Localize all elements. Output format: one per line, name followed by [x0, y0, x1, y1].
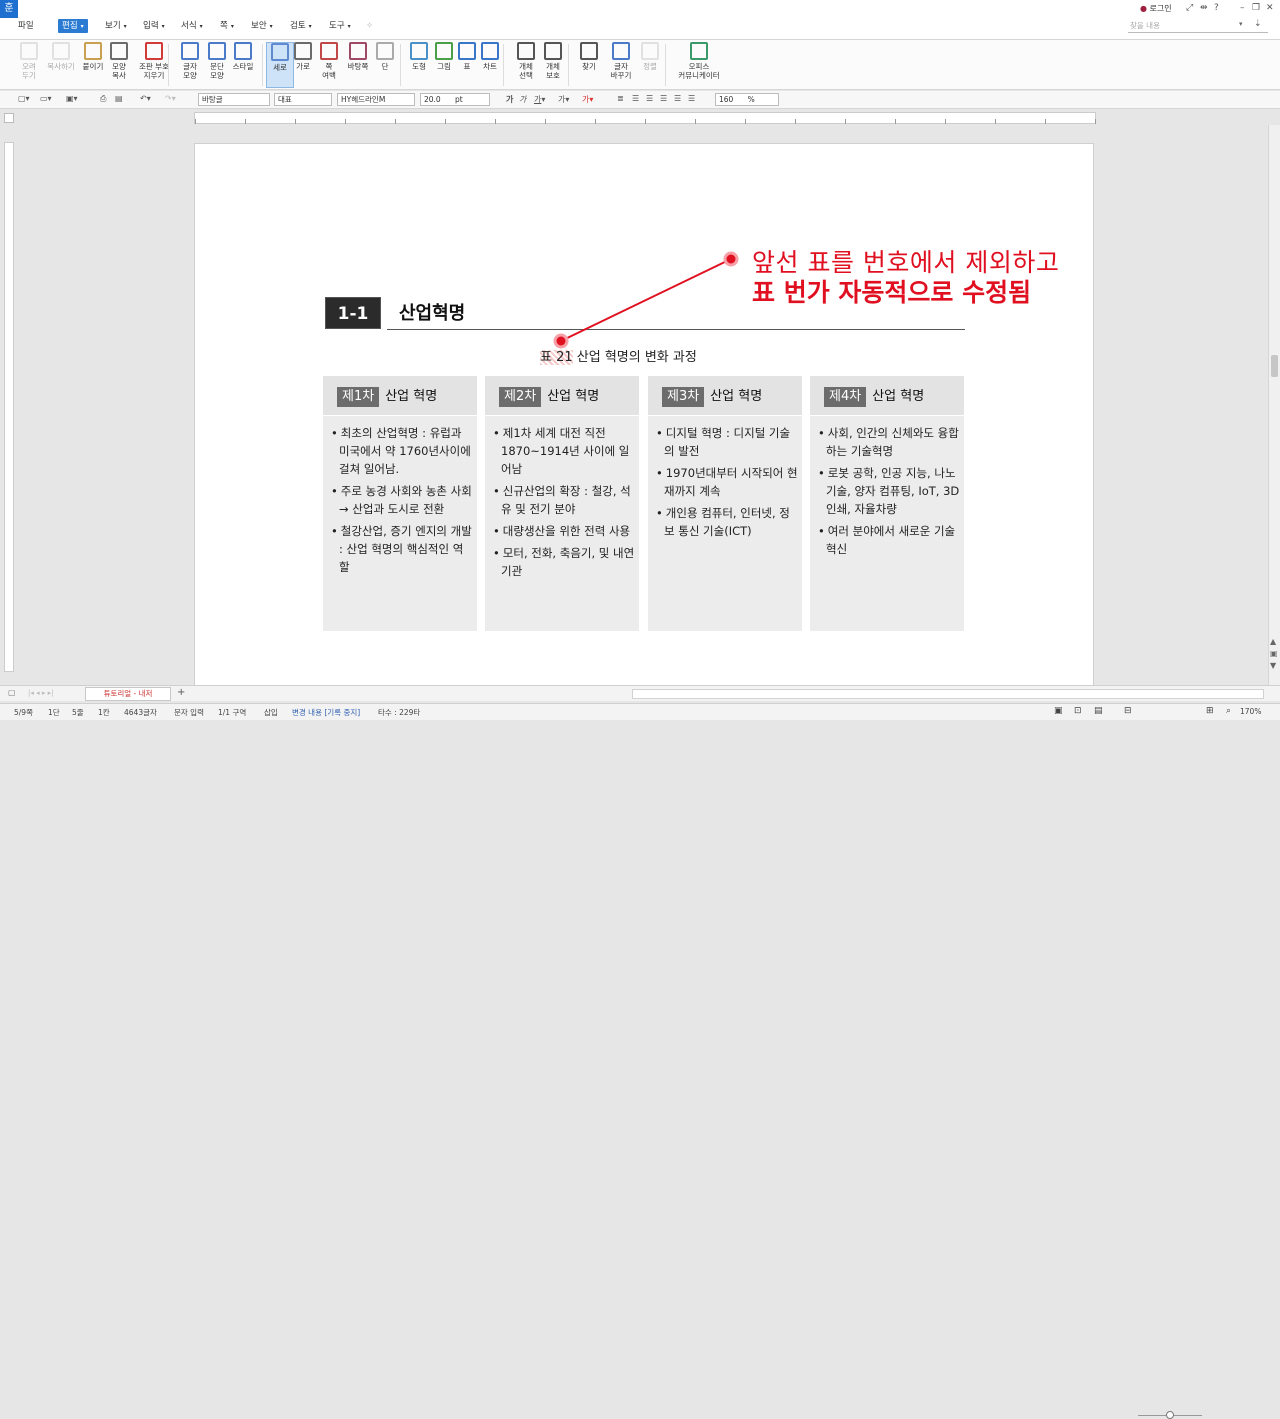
annotation-overlay — [553, 251, 739, 349]
zoom-icon[interactable]: ⌕ — [1226, 706, 1231, 716]
tab-list-icon[interactable]: ▢ — [8, 688, 16, 697]
annotation-dot-end — [723, 251, 739, 267]
status-position: 1칸 — [98, 708, 110, 717]
status-input-mode[interactable]: 문자 입력 — [174, 707, 204, 718]
status-line: 5줄 — [72, 708, 84, 717]
view-full-icon[interactable]: ▤ — [1094, 706, 1103, 716]
annotation-dot-start — [553, 333, 569, 349]
document-tab-bar: ▢ |◂ ◂ ▸ ▸| 튜토리얼 - 내저 + — [0, 685, 1280, 701]
document-tab[interactable]: 튜토리얼 - 내저 — [85, 687, 171, 701]
status-section: 1/1 구역 — [218, 708, 247, 717]
page-icon[interactable]: ▣ — [1270, 649, 1278, 658]
prev-page-icon[interactable]: ▲ — [1270, 637, 1276, 646]
view-page-icon[interactable]: ▣ — [1054, 706, 1063, 716]
add-tab-button[interactable]: + — [177, 687, 185, 698]
view-fit-icon[interactable]: ⊡ — [1074, 706, 1082, 716]
annotation-line2: 표 번가 자동적으로 수정됨 — [752, 278, 1032, 307]
tab-nav-icons[interactable]: |◂ ◂ ▸ ▸| — [28, 689, 53, 697]
status-insert-mode[interactable]: 삽입 — [264, 707, 278, 718]
zoom-level[interactable]: 170% — [1240, 707, 1261, 716]
horizontal-scrollbar[interactable] — [632, 689, 1264, 699]
vertical-scrollbar[interactable]: ▲ ▣ ▼ — [1268, 125, 1280, 685]
status-bar: 5/9쪽 1단 5줄 1칸 4643글자 문자 입력 1/1 구역 삽입 변경 … — [0, 703, 1280, 1419]
status-char-count: 4643글자 — [124, 708, 157, 717]
status-column: 1단 — [48, 708, 60, 717]
status-typing-speed: 타수 : 229타 — [378, 708, 421, 717]
scroll-thumb[interactable] — [1271, 355, 1278, 377]
annotation-line — [560, 258, 732, 342]
next-page-icon[interactable]: ▼ — [1270, 661, 1276, 670]
status-track-changes[interactable]: 변경 내용 [기록 중지] — [292, 707, 360, 718]
status-page[interactable]: 5/9쪽 — [14, 707, 33, 718]
zoom-slider-thumb[interactable] — [1166, 1411, 1174, 1419]
zoom-out-icon[interactable]: ⊟ — [1124, 706, 1132, 716]
zoom-in-icon[interactable]: ⊞ — [1206, 706, 1214, 716]
